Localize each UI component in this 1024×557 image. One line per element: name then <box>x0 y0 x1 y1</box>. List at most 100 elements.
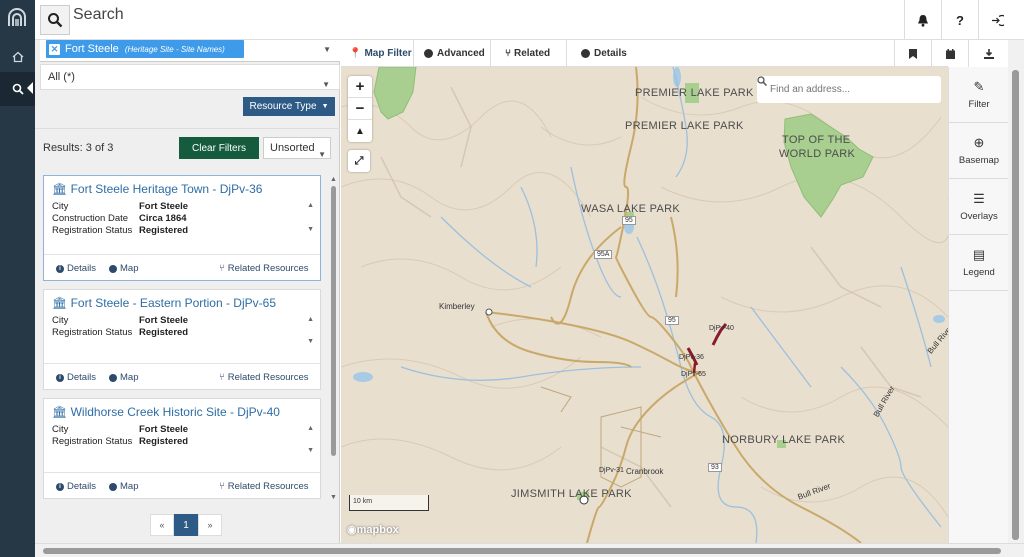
scroll-down-icon[interactable]: ▼ <box>307 226 314 233</box>
download-icon <box>983 48 994 59</box>
scroll-down-icon[interactable]: ▼ <box>307 447 314 454</box>
all-filter-select[interactable]: All (*) ▼ <box>40 64 340 90</box>
result-title[interactable]: 🏛 Fort Steele Heritage Town - DjPv-36 <box>52 182 262 196</box>
scroll-down-icon[interactable]: ▼ <box>307 338 314 345</box>
tab-advanced[interactable]: Advanced <box>424 40 491 67</box>
chip-name: Fort Steele <box>65 43 119 55</box>
search-results-panel: ✕ Fort Steele (Heritage Site - Site Name… <box>35 40 340 543</box>
tab-map-filter[interactable]: 📍 Map Filter <box>349 40 414 67</box>
result-card[interactable]: 🏛 Fort Steele - Eastern Portion - DjPv-6… <box>43 289 321 390</box>
help-button[interactable]: ? <box>941 0 978 40</box>
map-link[interactable]: Map <box>109 481 138 492</box>
term-filter-chip[interactable]: ✕ Fort Steele (Heritage Site - Site Name… <box>46 40 244 58</box>
vertical-scroll-thumb[interactable] <box>1012 70 1019 540</box>
details-link[interactable]: i Details <box>56 263 96 274</box>
map-view[interactable]: PREMIER LAKE PARK PREMIER LAKE PARK TOP … <box>341 67 948 543</box>
field-label: Registration Status <box>52 436 133 447</box>
related-resources-link[interactable]: ⑂ Related Resources <box>219 372 309 383</box>
caret-down-icon: ▼ <box>321 103 329 110</box>
details-link[interactable]: i Details <box>56 372 96 383</box>
card-actions: i Details Map ⑂ Related Resources <box>44 363 320 389</box>
logout-button[interactable] <box>978 0 1015 40</box>
map-link[interactable]: Map <box>109 372 138 383</box>
page-horizontal-scrollbar[interactable] <box>35 543 1024 557</box>
chip-subtitle: (Heritage Site - Site Names) <box>124 44 225 54</box>
mapbox-logo[interactable]: ◉mapbox <box>347 523 399 536</box>
page-vertical-scrollbar[interactable] <box>1008 40 1024 543</box>
resource-type-button[interactable]: Resource Type ▼ <box>243 97 335 116</box>
details-link[interactable]: i Details <box>56 481 96 492</box>
tab-related[interactable]: ⑂ Related <box>505 40 567 67</box>
scroll-up-icon[interactable]: ▲ <box>307 425 314 432</box>
result-title[interactable]: 🏛 Wildhorse Creek Historic Site - DjPv-4… <box>52 405 280 419</box>
bookmark-button[interactable] <box>894 40 931 67</box>
scroll-up-icon[interactable]: ▲ <box>330 176 337 183</box>
highway-shield: 95A <box>594 250 613 259</box>
map-label-site: DjPv-31 <box>599 467 624 474</box>
pager-current-page[interactable]: 1 <box>174 514 198 536</box>
map-label-site: DjPv-40 <box>709 325 734 332</box>
scroll-up-icon[interactable]: ▲ <box>307 316 314 323</box>
map-sidebar: ✎ Filter ⊕ Basemap ☰ Overlays ▤ Legend <box>948 67 1009 543</box>
map-link[interactable]: Map <box>109 263 138 274</box>
info-icon: i <box>56 482 64 491</box>
address-input[interactable] <box>770 84 920 95</box>
nav-home-button[interactable] <box>0 40 35 74</box>
bell-icon <box>918 14 928 27</box>
pager-prev-button[interactable]: « <box>150 514 174 536</box>
sitemap-icon: ⑂ <box>219 263 225 274</box>
address-search[interactable] <box>757 76 941 103</box>
app-rail <box>0 0 35 557</box>
resource-type-label: Resource Type <box>249 101 317 112</box>
sitemap-icon: ⑂ <box>505 48 511 59</box>
landmark-icon: 🏛 <box>52 182 71 196</box>
legend-panel-button[interactable]: ▤ Legend <box>949 235 1009 291</box>
overlays-panel-button[interactable]: ☰ Overlays <box>949 179 1009 235</box>
calendar-icon <box>945 48 955 59</box>
download-button[interactable] <box>968 40 1008 67</box>
pencil-icon: ✎ <box>973 79 985 94</box>
basemap-panel-button[interactable]: ⊕ Basemap <box>949 123 1009 179</box>
clear-filters-button[interactable]: Clear Filters <box>179 137 259 159</box>
result-card[interactable]: 🏛 Fort Steele Heritage Town - DjPv-36 Ci… <box>43 175 321 281</box>
top-bar: Search ? <box>35 0 1024 40</box>
term-filter-row[interactable]: ✕ Fort Steele (Heritage Site - Site Name… <box>40 40 340 62</box>
notifications-button[interactable] <box>904 0 941 40</box>
chevron-down-icon: ▼ <box>322 80 330 89</box>
scroll-down-icon[interactable]: ▼ <box>330 494 337 501</box>
sort-value: Unsorted <box>270 142 315 154</box>
info-icon: i <box>56 264 64 273</box>
result-card[interactable]: 🏛 Wildhorse Creek Historic Site - DjPv-4… <box>43 398 321 499</box>
zoom-out-button[interactable]: − <box>348 98 372 120</box>
tab-details[interactable]: Details <box>581 40 641 67</box>
sort-select[interactable]: Unsorted ▼ <box>263 137 331 159</box>
compass-button[interactable]: ▲ <box>348 120 372 142</box>
sitemap-icon: ⑂ <box>219 372 225 383</box>
result-title[interactable]: 🏛 Fort Steele - Eastern Portion - DjPv-6… <box>52 296 276 310</box>
mapbox-icon: ◉ <box>347 524 357 536</box>
page-title: Search <box>73 6 124 23</box>
horizontal-scroll-thumb[interactable] <box>43 548 1001 554</box>
zoom-control: + − ▲ <box>348 76 372 142</box>
search-toggle-button[interactable] <box>40 5 70 35</box>
zoom-in-button[interactable]: + <box>348 76 372 98</box>
map-label-park: TOP OF THE <box>782 134 851 146</box>
pagination: « 1 » <box>150 514 222 536</box>
results-scrollbar[interactable] <box>331 186 336 456</box>
pager-next-button[interactable]: » <box>198 514 222 536</box>
search-icon <box>48 13 63 28</box>
field-label: Registration Status <box>52 225 133 236</box>
calendar-button[interactable] <box>931 40 968 67</box>
sign-out-icon <box>991 14 1004 26</box>
globe-icon: ⊕ <box>973 135 985 150</box>
remove-chip-icon[interactable]: ✕ <box>49 43 60 55</box>
map-tab-strip: 📍 Map Filter Advanced ⑂ Related Details <box>341 40 955 67</box>
related-resources-link[interactable]: ⑂ Related Resources <box>219 263 309 274</box>
filter-panel-button[interactable]: ✎ Filter <box>949 67 1009 123</box>
scroll-up-icon[interactable]: ▲ <box>307 202 314 209</box>
field-label: Construction Date <box>52 213 129 224</box>
related-resources-link[interactable]: ⑂ Related Resources <box>219 481 309 492</box>
fullscreen-button[interactable]: ⤢ <box>348 150 370 172</box>
chevron-down-icon[interactable]: ▼ <box>323 45 331 54</box>
sitemap-icon: ⑂ <box>219 481 225 492</box>
